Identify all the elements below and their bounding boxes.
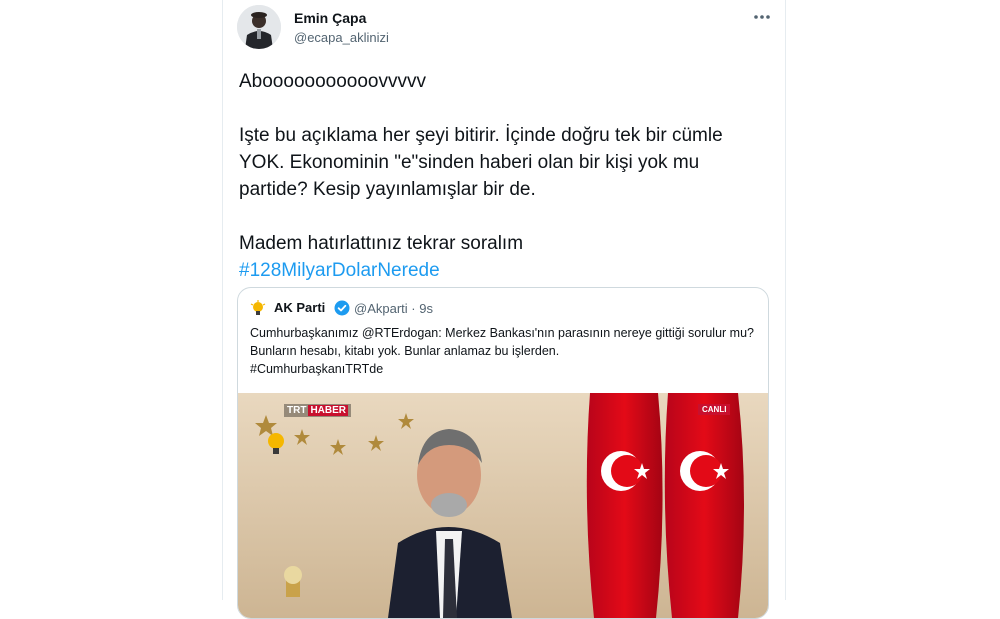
channel-badge: TRT HABER — [284, 404, 352, 417]
tweet-column: Emin Çapa @ecapa_aklinizi Abooooooooooov… — [222, 0, 786, 619]
avatar-photo — [237, 5, 281, 49]
tweet-paragraph: Madem hatırlattınız tekrar soralım — [239, 233, 524, 254]
more-icon[interactable] — [751, 8, 773, 26]
tweet-text: Abooooooooooovvvvv Işte bu açıklama her … — [239, 68, 759, 284]
quoted-media-image[interactable]: TRT HABER CANLI — [238, 393, 768, 618]
author-handle[interactable]: @ecapa_aklinizi — [294, 30, 389, 45]
quoted-hashtag[interactable]: #CumhurbaşkanıTRTde — [250, 362, 383, 376]
quoted-author-name[interactable]: AK Parti — [274, 300, 325, 315]
channel-badge-haber: HABER — [308, 405, 349, 416]
akparti-logo-icon — [250, 300, 266, 318]
quoted-tweet-card[interactable]: AK Parti @Akparti · 9s Cumhurbaşkanımız … — [237, 287, 769, 619]
tweet-paragraph: Işte bu açıklama her şeyi bitirir. İçind… — [239, 125, 723, 200]
more-icon-glyph — [754, 15, 770, 19]
hashtag-link[interactable]: #128MilyarDolarNerede — [239, 260, 440, 281]
quoted-handle-time[interactable]: @Akparti · 9s — [354, 301, 433, 316]
tweet-paragraph: Abooooooooooovvvvv — [239, 71, 426, 92]
quoted-text-line: Cumhurbaşkanımız @RTErdogan: Merkez Bank… — [250, 326, 754, 358]
channel-badge-trt: TRT — [287, 405, 307, 416]
avatar[interactable] — [237, 5, 281, 49]
author-name[interactable]: Emin Çapa — [294, 10, 366, 26]
quoted-tweet-text: Cumhurbaşkanımız @RTErdogan: Merkez Bank… — [250, 324, 760, 378]
broadcast-still — [238, 393, 768, 618]
live-badge: CANLI — [698, 404, 731, 415]
verified-icon — [334, 300, 350, 316]
